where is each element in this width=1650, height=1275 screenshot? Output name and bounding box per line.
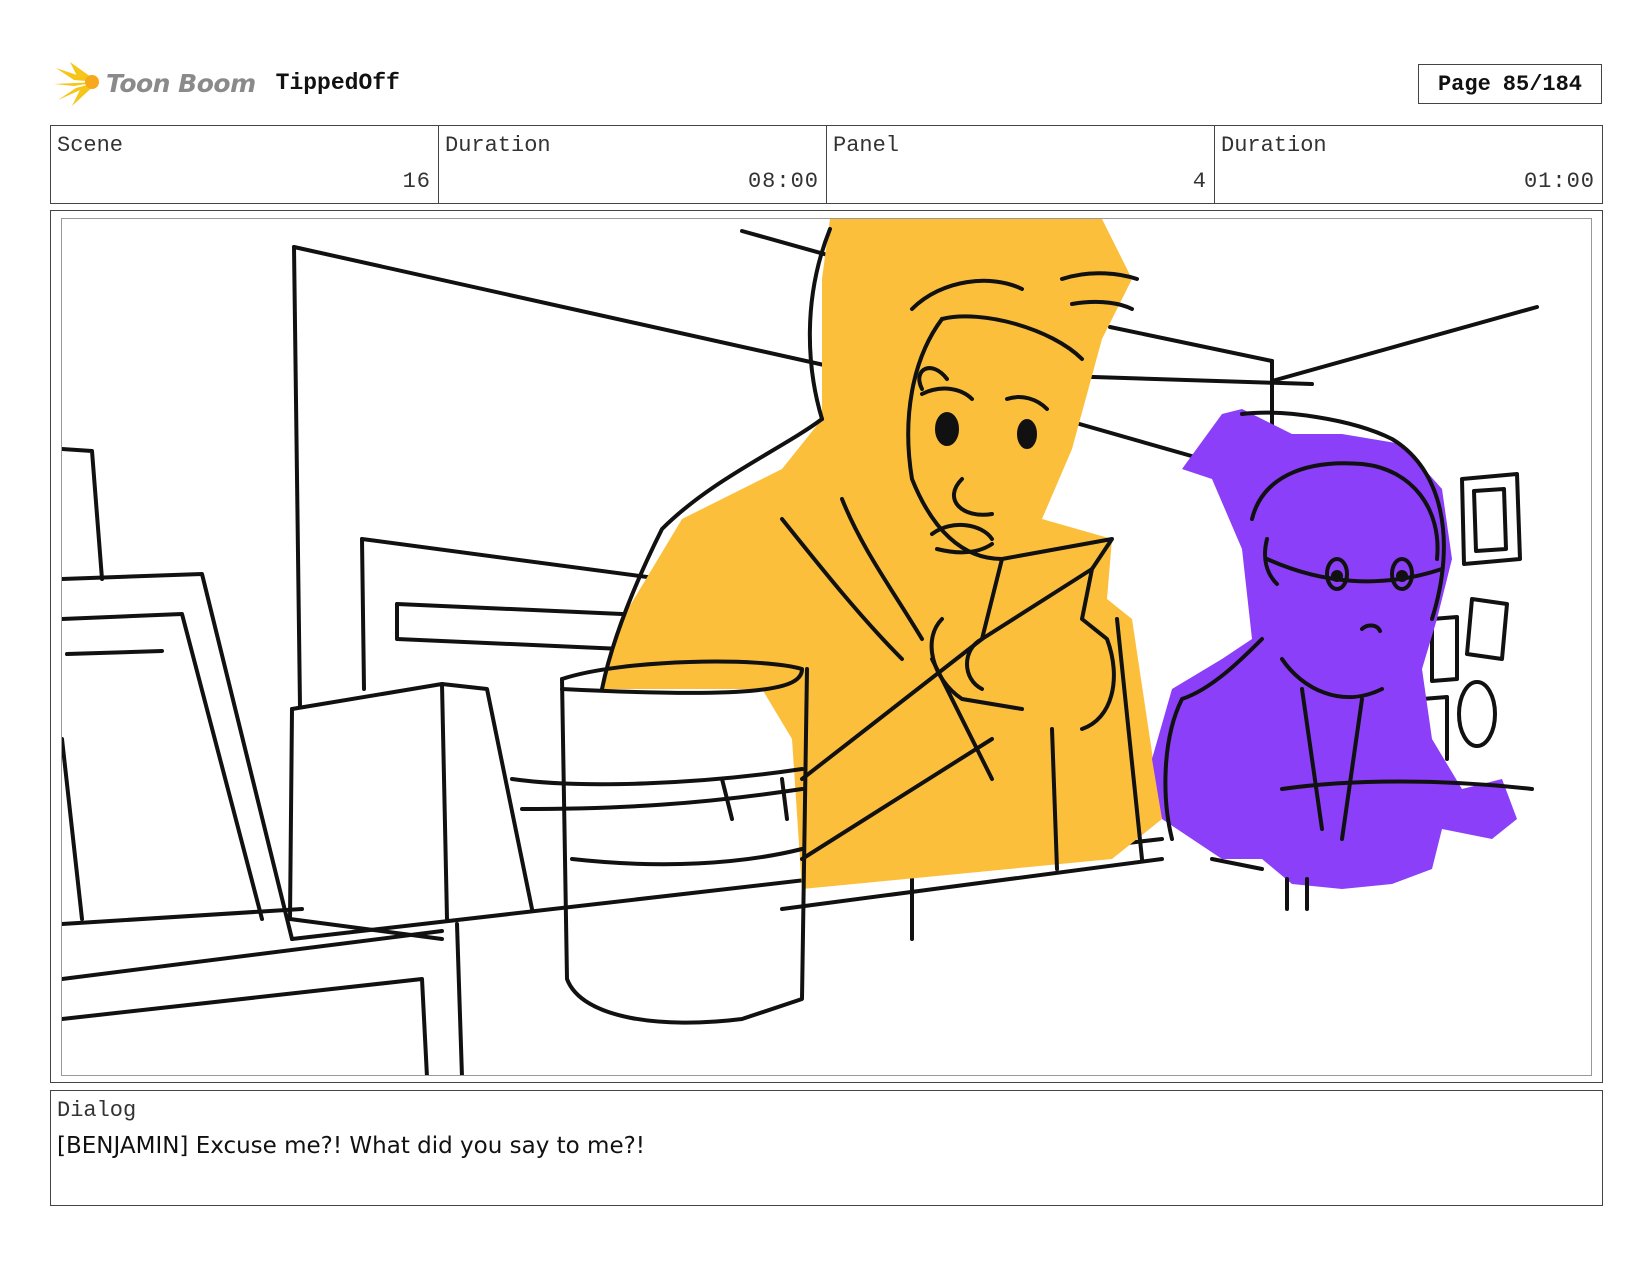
dialog-box: Dialog [BENJAMIN] Excuse me?! What did y… — [50, 1090, 1603, 1206]
scene-cell: Scene 16 — [51, 126, 439, 203]
page-number: 85/184 — [1502, 71, 1583, 97]
storyboard-drawing — [61, 218, 1592, 1076]
panel-cell: Panel 4 — [827, 126, 1215, 203]
scene-duration-value: 08:00 — [747, 169, 819, 194]
toon-boom-logo: Toon Boom — [52, 58, 256, 108]
starburst-icon — [54, 62, 99, 106]
sketch-illustration — [62, 219, 1539, 1075]
scene-value: 16 — [402, 169, 431, 194]
panel-duration-label: Duration — [1221, 133, 1327, 158]
panel-duration-value: 01:00 — [1523, 169, 1595, 194]
page-label: Page — [1437, 71, 1491, 97]
dialog-text: [BENJAMIN] Excuse me?! What did you say … — [57, 1133, 646, 1159]
scene-duration-cell: Duration 08:00 — [439, 126, 827, 203]
page-indicator: Page 85/184 — [1418, 64, 1602, 104]
dialog-label: Dialog — [57, 1098, 137, 1123]
panel-duration-cell: Duration 01:00 — [1215, 126, 1602, 203]
scene-duration-label: Duration — [445, 133, 551, 158]
panel-value: 4 — [1192, 169, 1207, 194]
benjamin-figure — [602, 219, 1162, 889]
logo-text: Toon Boom — [106, 68, 256, 98]
scene-label: Scene — [57, 133, 124, 158]
project-title: TippedOff — [275, 70, 400, 96]
panel-label: Panel — [833, 133, 900, 158]
panel-info-table: Scene 16 Duration 08:00 Panel 4 Duration… — [50, 125, 1603, 204]
header: Toon Boom TippedOff — [52, 55, 400, 111]
